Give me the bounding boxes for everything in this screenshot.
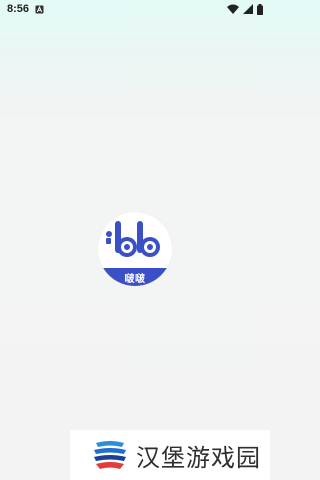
status-bar: 8:56 — [0, 0, 270, 18]
watermark-banner: 汉堡游戏园 — [70, 430, 270, 480]
signal-icon — [243, 4, 253, 14]
status-right — [227, 3, 263, 15]
notification-a-icon — [35, 5, 44, 13]
wifi-icon — [227, 4, 239, 14]
watermark-text: 汉堡游戏园 — [136, 443, 261, 472]
hanbao-logo-icon — [94, 441, 126, 469]
logo-band: 啵啵 — [98, 268, 172, 286]
app-logo: 啵啵 — [98, 212, 172, 286]
status-left: 8:56 — [7, 3, 44, 15]
status-time: 8:56 — [7, 3, 30, 15]
battery-icon — [257, 3, 263, 15]
logo-label: 啵啵 — [124, 273, 146, 285]
